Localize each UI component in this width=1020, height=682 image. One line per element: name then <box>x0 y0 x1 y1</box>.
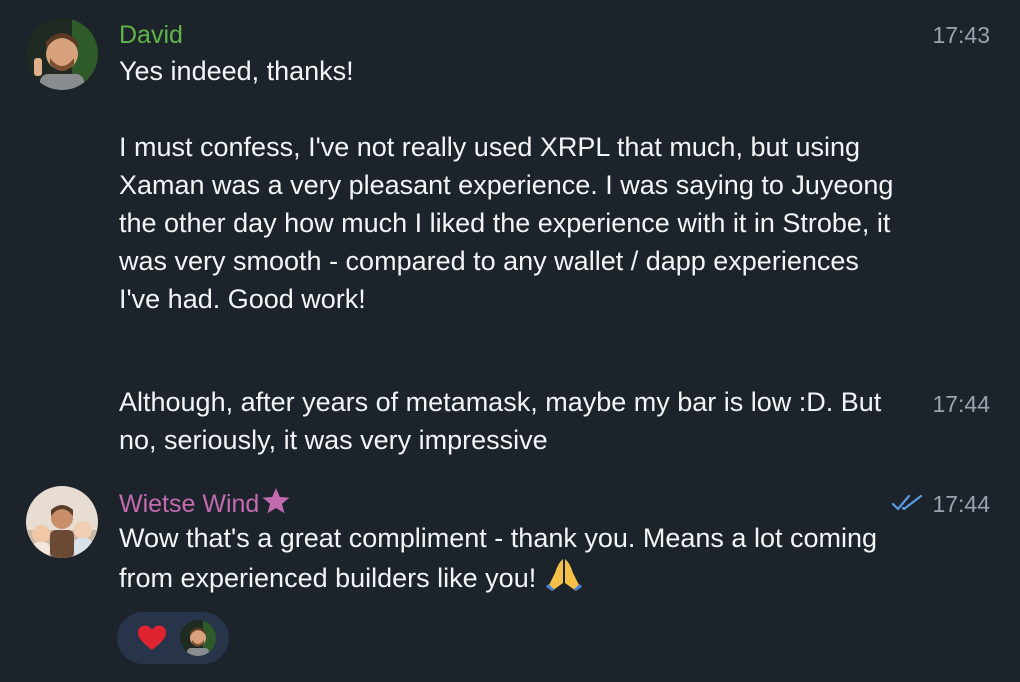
sender-name-david[interactable]: David <box>119 20 183 50</box>
star-icon <box>261 487 291 515</box>
avatar-david[interactable] <box>26 18 98 90</box>
sender-name-label: Wietse Wind <box>119 490 260 518</box>
sender-name-wietse[interactable]: Wietse Wind <box>119 487 291 519</box>
pray-icon <box>544 557 584 593</box>
reaction-pill[interactable] <box>117 612 229 664</box>
message-text: Wow that's a great compliment - thank yo… <box>119 519 899 597</box>
message-text: Yes indeed, thanks! I must confess, I've… <box>119 56 894 314</box>
double-check-icon <box>891 494 923 511</box>
heart-icon <box>138 625 166 650</box>
message-text: Although, after years of metamask, maybe… <box>119 387 889 455</box>
message-timestamp: 17:44 <box>932 491 990 517</box>
reaction-avatar-david <box>180 620 216 656</box>
message-timestamp: 17:43 <box>932 22 990 48</box>
message-text-body: Wow that's a great compliment - thank yo… <box>119 523 885 593</box>
message-timestamp: 17:44 <box>932 391 990 417</box>
avatar-wietse[interactable] <box>26 486 98 558</box>
